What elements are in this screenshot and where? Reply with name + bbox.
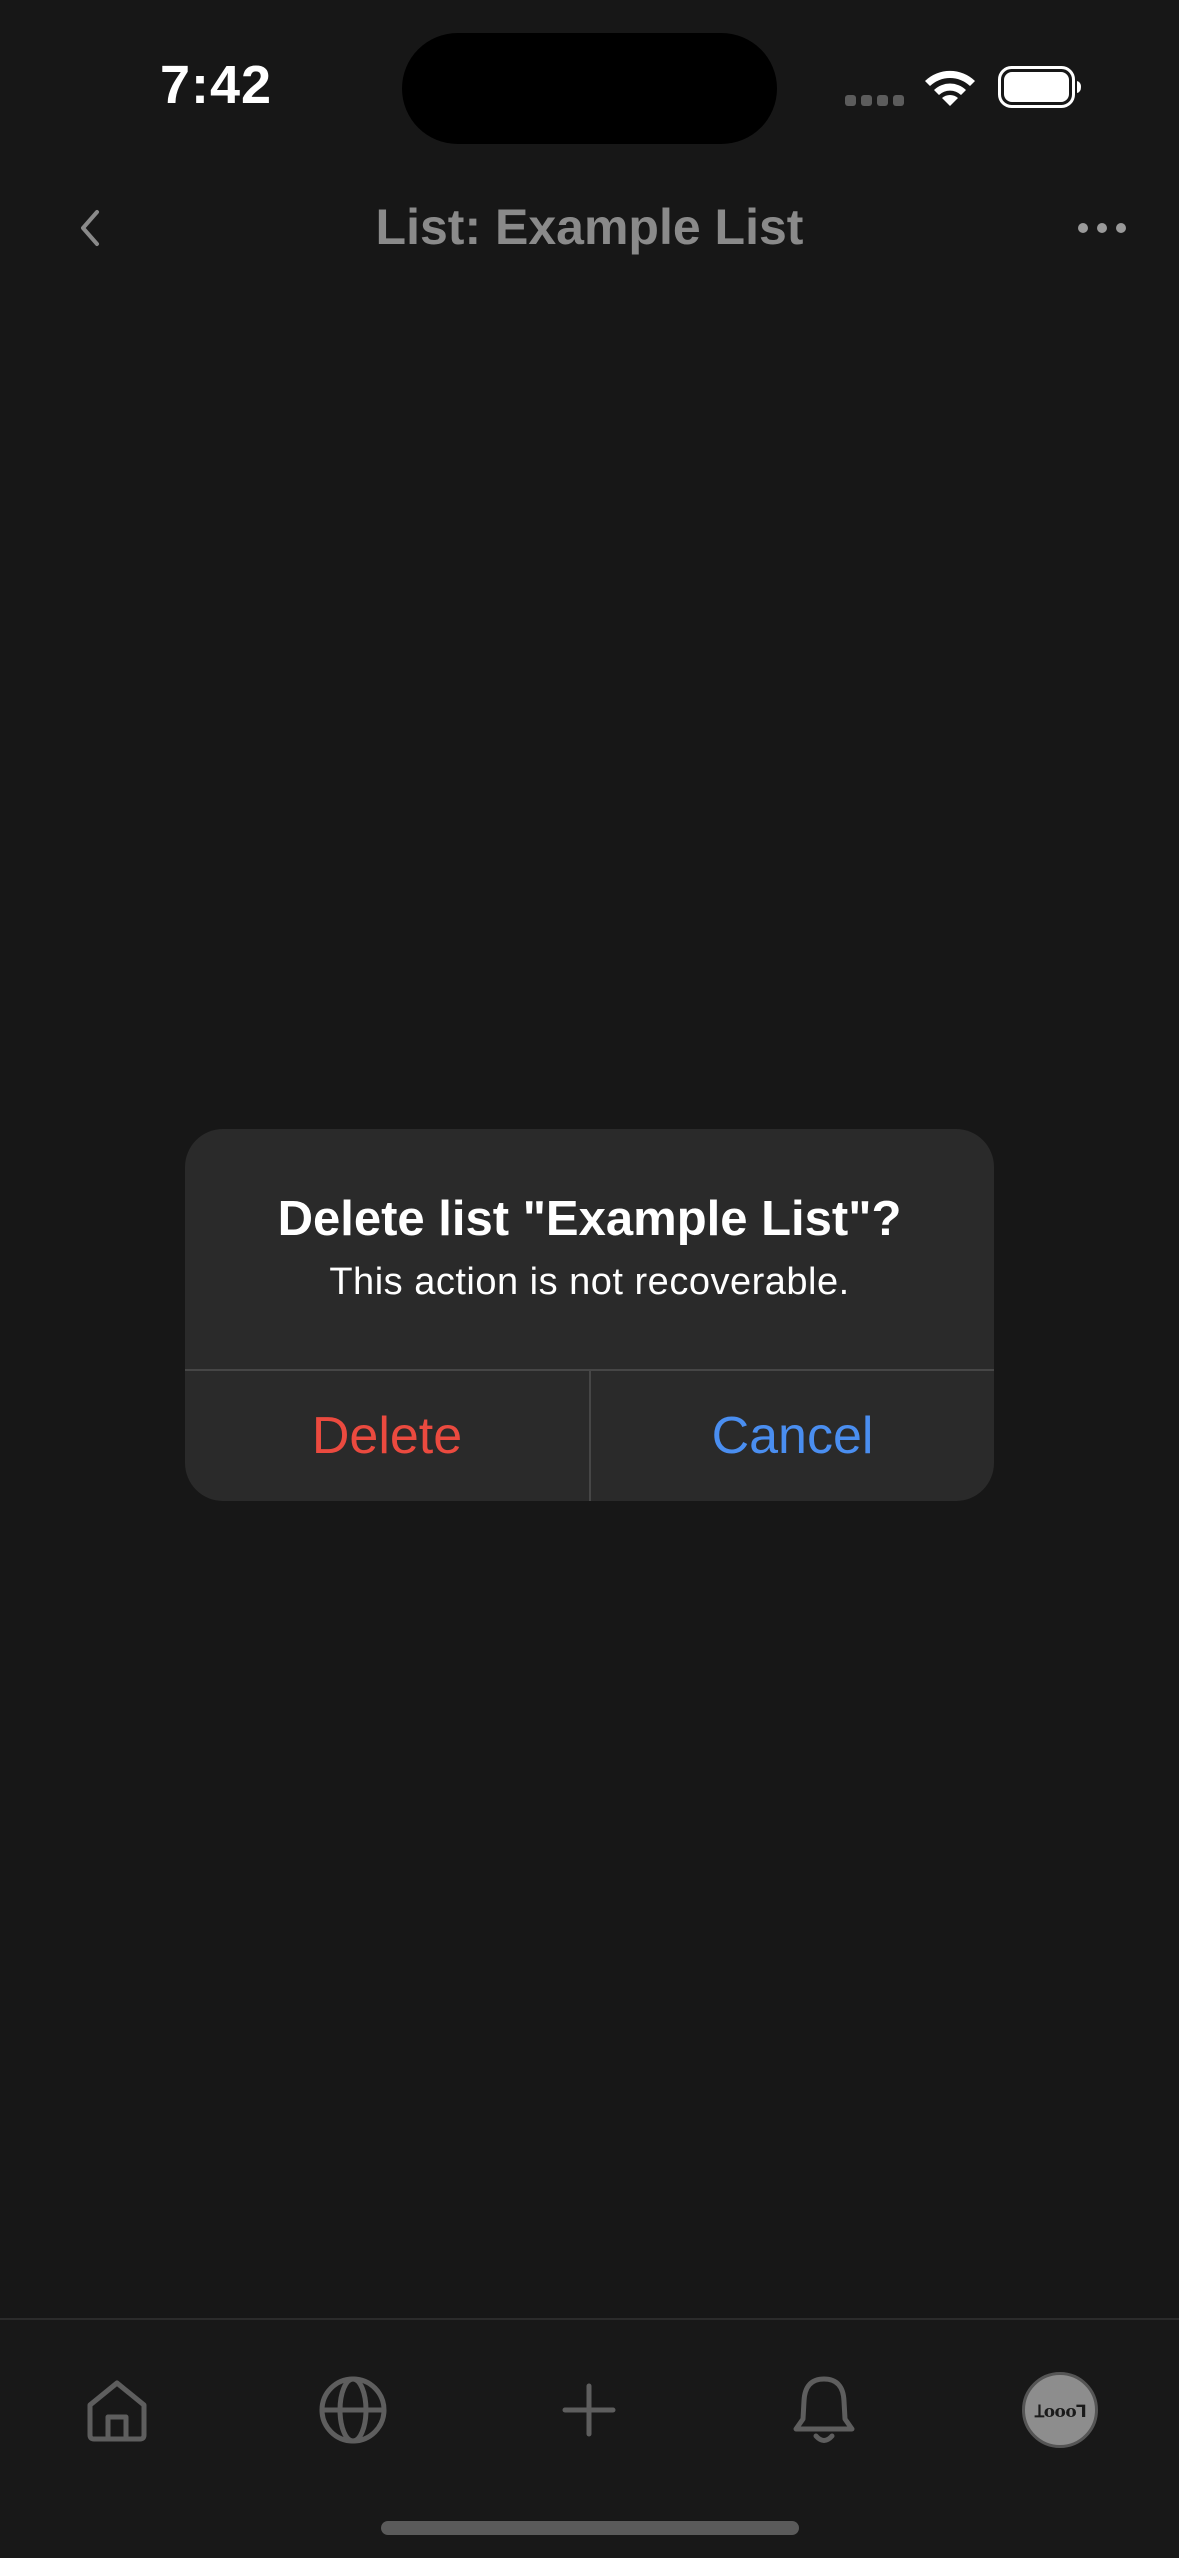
more-options-button[interactable] xyxy=(1070,198,1134,258)
cancel-button[interactable]: Cancel xyxy=(591,1371,994,1501)
status-bar: 7:42 xyxy=(0,0,1179,170)
page-title: List: Example List xyxy=(375,199,804,255)
avatar: Ʇooo⅂ xyxy=(1022,2372,1098,2448)
alert-title: Delete list "Example List"? xyxy=(277,1192,902,1246)
tab-notifications[interactable] xyxy=(774,2360,874,2460)
tab-home[interactable] xyxy=(67,2360,167,2460)
bell-icon xyxy=(793,2376,855,2443)
alert-message: This action is not recoverable. xyxy=(329,1261,850,1303)
tab-compose[interactable] xyxy=(539,2360,639,2460)
status-time: 7:42 xyxy=(160,55,273,115)
dynamic-island xyxy=(402,33,777,144)
navigation-bar: List: Example List xyxy=(0,170,1179,285)
ellipsis-icon xyxy=(1078,223,1126,233)
chevron-left-icon xyxy=(81,210,99,246)
delete-button[interactable]: Delete xyxy=(185,1371,589,1501)
delete-list-alert: Delete list "Example List"? This action … xyxy=(185,1129,994,1501)
cellular-signal-icon xyxy=(845,95,904,106)
plus-icon xyxy=(562,2383,616,2437)
tab-bar: Ʇooo⅂ xyxy=(0,2318,1179,2558)
globe-icon xyxy=(319,2376,387,2444)
back-button[interactable] xyxy=(60,198,120,258)
wifi-icon xyxy=(925,70,975,106)
home-icon xyxy=(87,2380,147,2442)
tab-explore[interactable] xyxy=(303,2360,403,2460)
battery-icon xyxy=(998,66,1081,108)
home-indicator xyxy=(381,2521,799,2535)
avatar-logo-text: Ʇooo⅂ xyxy=(1034,2401,1086,2422)
tab-profile[interactable]: Ʇooo⅂ xyxy=(1010,2360,1110,2460)
